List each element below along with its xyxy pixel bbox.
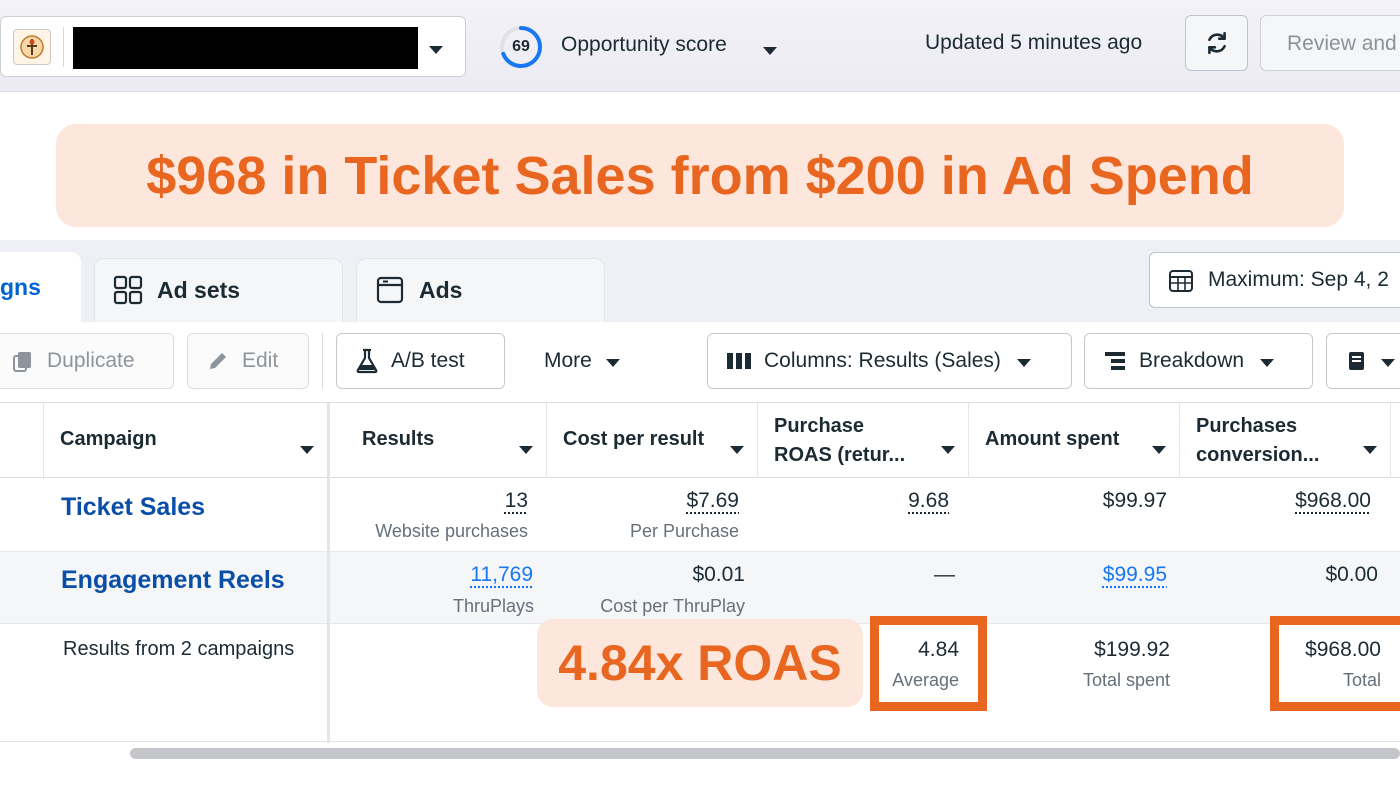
- breakdown-icon: [1103, 350, 1127, 372]
- roas-callout: 4.84x ROAS: [537, 619, 863, 707]
- header-results[interactable]: Results: [330, 403, 546, 478]
- frozen-column-divider: [327, 403, 330, 743]
- review-and-publish-button[interactable]: Review and: [1260, 15, 1400, 71]
- account-logo: [13, 29, 51, 65]
- table-row[interactable]: Ticket Sales 13 Website purchases $7.69 …: [0, 479, 1400, 551]
- results-sub: Website purchases: [375, 521, 528, 541]
- breakdown-button[interactable]: Breakdown: [1084, 333, 1313, 389]
- chevron-down-icon: [429, 41, 443, 59]
- toolbar-divider: [322, 333, 323, 389]
- reports-button[interactable]: [1326, 333, 1400, 389]
- results-value[interactable]: 11,769: [470, 563, 533, 587]
- opportunity-score-value: 69: [512, 38, 530, 55]
- header-conv-line2: conversion...: [1196, 444, 1320, 466]
- headline-banner: $968 in Ticket Sales from $200 in Ad Spe…: [56, 124, 1344, 227]
- account-name-redacted: [73, 27, 418, 69]
- header-amount-spent-label: Amount spent: [985, 428, 1120, 450]
- summary-spent-sub: Total spent: [1082, 670, 1170, 690]
- results-value[interactable]: 13: [505, 489, 528, 513]
- campaign-name-link[interactable]: Ticket Sales: [61, 493, 205, 522]
- chevron-down-icon: [730, 437, 744, 460]
- header-conv-line1: Purchases: [1196, 415, 1298, 437]
- header-results-label: Results: [362, 428, 435, 450]
- summary-spent-value: $199.92: [1094, 638, 1170, 661]
- header-purchase-roas[interactable]: Purchase ROAS (retur...: [758, 403, 968, 478]
- pencil-icon: [206, 349, 230, 373]
- header-amount-spent[interactable]: Amount spent: [969, 403, 1179, 478]
- amount-spent-value: $99.97: [1102, 489, 1167, 512]
- tab-ads-label: Ads: [419, 277, 463, 303]
- header-campaign-label: Campaign: [60, 428, 157, 450]
- refresh-icon: [1207, 31, 1226, 55]
- ad-account-selector[interactable]: [0, 16, 466, 77]
- edit-button[interactable]: Edit: [187, 333, 309, 389]
- account-divider: [63, 27, 64, 67]
- results-sub: ThruPlays: [452, 596, 534, 616]
- date-range-label: Maximum: Sep 4, 2: [1208, 268, 1389, 291]
- summary-label: Results from 2 campaigns: [63, 638, 295, 660]
- duplicate-button[interactable]: Duplicate: [0, 333, 174, 389]
- breakdown-label: Breakdown: [1139, 349, 1245, 372]
- duplicate-icon: [11, 349, 35, 373]
- columns-button[interactable]: Columns: Results (Sales): [707, 333, 1072, 389]
- columns-icon: [726, 351, 752, 371]
- refresh-button[interactable]: [1185, 15, 1248, 71]
- tab-ad-sets[interactable]: Ad sets: [94, 258, 343, 322]
- flask-icon: [355, 348, 379, 374]
- calendar-table-icon: [1169, 270, 1193, 292]
- horizontal-scrollbar[interactable]: [130, 748, 1400, 759]
- grid-icon: [113, 275, 143, 305]
- cost-sub: Cost per ThruPlay: [600, 596, 745, 616]
- chevron-down-icon: [1260, 349, 1275, 373]
- header-roas-line2: ROAS (retur...: [774, 444, 906, 466]
- date-range-picker[interactable]: Maximum: Sep 4, 2: [1149, 252, 1400, 308]
- chevron-down-icon: [1016, 349, 1031, 373]
- conversion-value: $0.00: [1325, 563, 1378, 586]
- tab-campaigns-label: gns: [0, 274, 41, 300]
- chevron-down-icon: [941, 437, 955, 460]
- reports-icon: [1345, 349, 1369, 373]
- chevron-down-icon: [1363, 437, 1377, 460]
- header-roas-line1: Purchase: [774, 415, 865, 437]
- chevron-down-icon: [300, 437, 314, 460]
- roas-value: —: [934, 563, 955, 586]
- tab-ads[interactable]: Ads: [356, 258, 605, 322]
- columns-label: Columns: Results (Sales): [764, 349, 1001, 372]
- ad-window-icon: [376, 276, 404, 304]
- cost-value: $0.01: [692, 563, 745, 586]
- header-purchases-conversion[interactable]: Purchases conversion...: [1180, 403, 1390, 478]
- cost-sub: Per Purchase: [629, 521, 739, 541]
- more-label: More: [544, 349, 592, 372]
- chevron-down-icon: [1381, 349, 1395, 373]
- chevron-down-icon: [519, 437, 533, 460]
- header-select-column: [0, 403, 43, 478]
- ab-test-button[interactable]: A/B test: [336, 333, 505, 389]
- more-button[interactable]: More: [520, 333, 660, 389]
- cost-value[interactable]: $7.69: [686, 489, 739, 513]
- conversion-value[interactable]: $968.00: [1295, 489, 1371, 513]
- last-updated-text: Updated 5 minutes ago: [925, 31, 1143, 54]
- header-cost-per-result[interactable]: Cost per result: [547, 403, 757, 478]
- campaign-name-link[interactable]: Engagement Reels: [61, 566, 285, 595]
- highlight-box-total: [1270, 616, 1400, 711]
- highlight-box-roas: [870, 616, 987, 711]
- ab-test-label: A/B test: [391, 349, 465, 372]
- tab-campaigns[interactable]: gns: [0, 252, 81, 322]
- header-overflow: [1391, 403, 1400, 478]
- chevron-down-icon[interactable]: [763, 42, 777, 60]
- roas-value[interactable]: 9.68: [908, 489, 949, 513]
- chevron-down-icon: [605, 349, 620, 373]
- table-row[interactable]: Engagement Reels 11,769 ThruPlays $0.01 …: [0, 551, 1400, 624]
- tab-ad-sets-label: Ad sets: [157, 277, 241, 303]
- opportunity-score-label[interactable]: Opportunity score: [561, 33, 727, 57]
- header-cost-per-result-label: Cost per result: [563, 428, 705, 450]
- edit-label: Edit: [242, 349, 279, 372]
- duplicate-label: Duplicate: [47, 349, 135, 372]
- header-campaign[interactable]: Campaign: [44, 403, 327, 478]
- amount-spent-value[interactable]: $99.95: [1103, 563, 1167, 587]
- chevron-down-icon: [1152, 437, 1166, 460]
